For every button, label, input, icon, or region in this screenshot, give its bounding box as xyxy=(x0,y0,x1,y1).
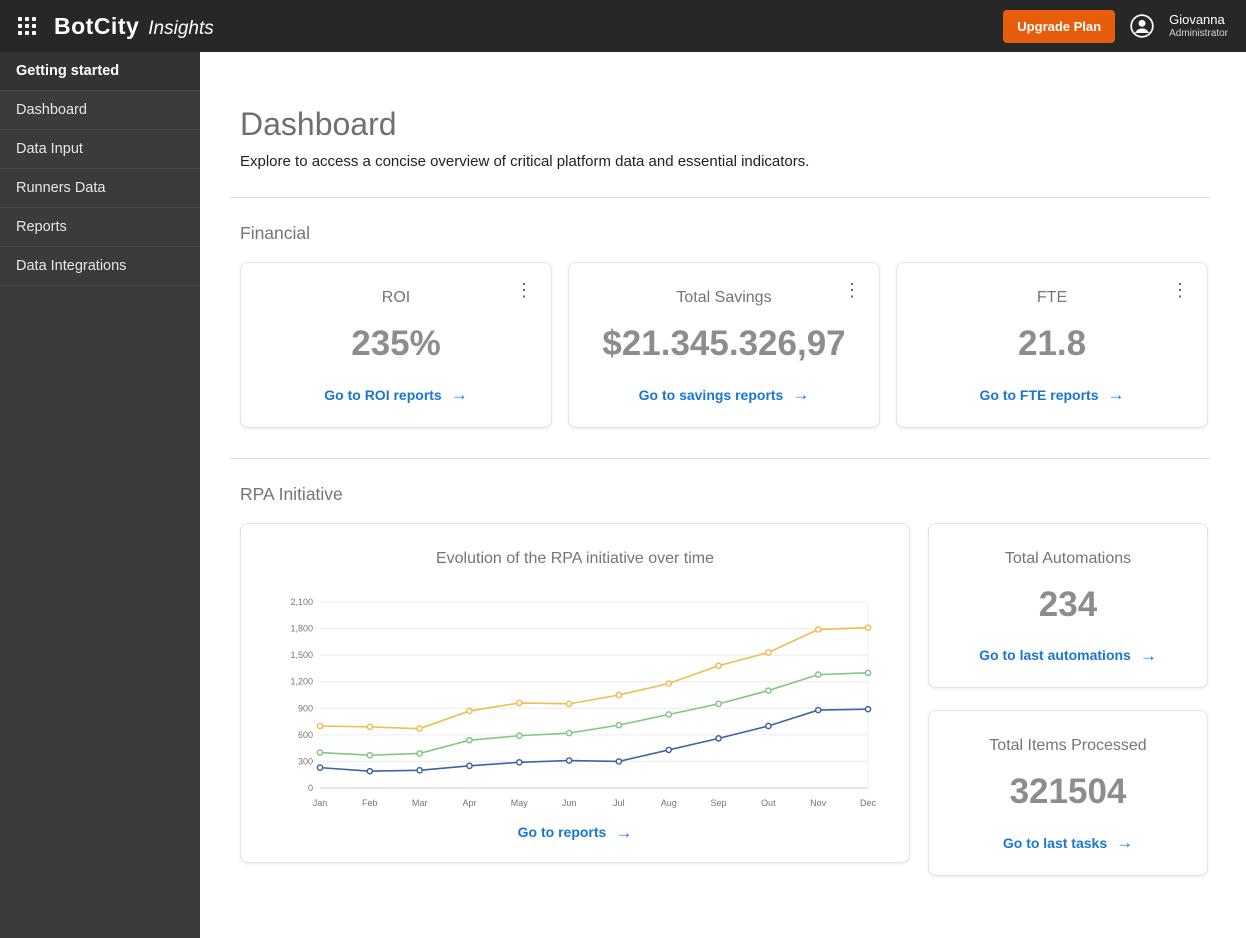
card-value: 321504 xyxy=(1009,772,1127,811)
sidebar-item-data-input[interactable]: Data Input xyxy=(0,130,200,169)
more-options-icon[interactable]: ⋮ xyxy=(511,279,537,301)
svg-text:1,200: 1,200 xyxy=(290,676,313,686)
last-automations-link[interactable]: Go to last automations → xyxy=(979,647,1157,664)
sidebar-item-data-integrations[interactable]: Data Integrations xyxy=(0,247,200,286)
roi-reports-link[interactable]: Go to ROI reports → xyxy=(324,386,467,403)
card-title: Total Savings xyxy=(676,289,772,306)
link-label: Go to savings reports xyxy=(638,386,784,403)
link-label: Go to FTE reports xyxy=(979,386,1099,403)
svg-text:Nov: Nov xyxy=(810,798,827,808)
more-options-icon[interactable]: ⋮ xyxy=(839,279,865,301)
rpa-row: Evolution of the RPA initiative over tim… xyxy=(240,522,1210,876)
financial-cards-row: ⋮ ROI 235% Go to ROI reports → ⋮ Total Sa… xyxy=(240,262,1210,428)
svg-text:Aug: Aug xyxy=(661,798,677,808)
card-title: Total Items Processed xyxy=(989,737,1147,754)
total-savings-card: ⋮ Total Savings $21.345.326,97 Go to sav… xyxy=(568,262,880,428)
link-label: Go to ROI reports xyxy=(324,386,442,403)
brand-name: BotCity xyxy=(54,12,140,39)
arrow-right-icon: → xyxy=(1139,645,1157,665)
svg-text:May: May xyxy=(511,798,529,808)
financial-heading: Financial xyxy=(240,223,311,243)
link-label: Go to last tasks xyxy=(1002,834,1108,851)
sidebar-item-reports[interactable]: Reports xyxy=(0,208,200,247)
svg-text:Jan: Jan xyxy=(313,798,328,808)
svg-text:Dec: Dec xyxy=(860,798,877,808)
main-content: Dashboard Explore to access a concise ov… xyxy=(200,52,1246,938)
svg-text:1,800: 1,800 xyxy=(290,623,313,633)
chart-title: Evolution of the RPA initiative over tim… xyxy=(435,549,715,567)
brand-suffix: Insights xyxy=(148,17,214,39)
svg-text:1,500: 1,500 xyxy=(290,650,313,660)
total-automations-card: Total Automations 234 Go to last automat… xyxy=(928,522,1208,688)
sidebar-item-runners-data[interactable]: Runners Data xyxy=(0,169,200,208)
svg-text:Feb: Feb xyxy=(362,798,378,808)
divider xyxy=(230,457,1210,459)
user-role: Administrator xyxy=(1169,27,1228,39)
arrow-right-icon: → xyxy=(450,385,468,404)
rpa-side-cards: Total Automations 234 Go to last automat… xyxy=(928,522,1208,876)
page-title: Dashboard xyxy=(240,106,397,142)
svg-text:Sep: Sep xyxy=(711,798,727,808)
link-label: Go to last automations xyxy=(979,647,1131,663)
brand-logo: BotCity Insights xyxy=(54,13,214,40)
user-name: Giovanna xyxy=(1169,12,1225,28)
svg-text:Jun: Jun xyxy=(562,798,577,808)
sidebar-item-dashboard[interactable]: Dashboard xyxy=(0,91,200,130)
card-value: 235% xyxy=(351,324,441,363)
svg-text:0: 0 xyxy=(308,783,313,793)
svg-text:900: 900 xyxy=(298,703,313,713)
arrow-right-icon: → xyxy=(615,822,633,842)
card-value: 234 xyxy=(1038,584,1098,624)
svg-text:Out: Out xyxy=(761,798,776,808)
svg-text:2,100: 2,100 xyxy=(290,597,313,607)
fte-reports-link[interactable]: Go to FTE reports → xyxy=(980,386,1125,403)
last-tasks-link[interactable]: Go to last tasks → xyxy=(1003,834,1133,851)
rpa-chart-card: Evolution of the RPA initiative over tim… xyxy=(240,522,910,863)
sidebar: Getting started Dashboard Data Input Run… xyxy=(0,52,200,938)
more-options-icon[interactable]: ⋮ xyxy=(1167,279,1193,301)
topbar: BotCity Insights Upgrade Plan Giovanna A… xyxy=(0,0,1246,52)
card-title: Total Automations xyxy=(1004,549,1132,567)
total-items-processed-card: Total Items Processed 321504 Go to last … xyxy=(928,710,1208,876)
page-subtitle: Explore to access a concise overview of … xyxy=(240,153,810,170)
rpa-evolution-line-chart: 0 300 600 900 1,200 1,500 1,800 2,100 Jan Feb Mar A… xyxy=(290,597,877,808)
svg-text:Mar: Mar xyxy=(412,798,428,808)
card-title: FTE xyxy=(1036,289,1068,306)
arrow-right-icon: → xyxy=(792,385,810,404)
card-value: 21.8 xyxy=(1017,324,1087,363)
svg-text:Apr: Apr xyxy=(462,798,476,808)
user-avatar-icon[interactable] xyxy=(1129,13,1155,39)
user-info[interactable]: Giovanna Administrator xyxy=(1169,12,1228,40)
savings-reports-link[interactable]: Go to savings reports → xyxy=(639,386,810,403)
rpa-heading: RPA Initiative xyxy=(240,483,343,504)
roi-card: ⋮ ROI 235% Go to ROI reports → xyxy=(240,262,552,428)
svg-text:300: 300 xyxy=(298,756,313,766)
apps-grid-icon[interactable] xyxy=(14,13,40,39)
upgrade-plan-button[interactable]: Upgrade Plan xyxy=(1003,9,1116,43)
arrow-right-icon: → xyxy=(1116,833,1134,852)
svg-text:Jul: Jul xyxy=(613,798,625,808)
fte-card: ⋮ FTE 21.8 Go to FTE reports → xyxy=(896,262,1208,428)
svg-text:600: 600 xyxy=(298,729,313,739)
card-value: $21.345.326,97 xyxy=(602,324,846,363)
divider xyxy=(230,197,1210,198)
sidebar-item-getting-started[interactable]: Getting started xyxy=(0,52,200,91)
arrow-right-icon: → xyxy=(1107,385,1125,404)
card-title: ROI xyxy=(381,289,411,306)
chart-reports-link[interactable]: Go to reports → xyxy=(518,824,633,841)
link-label: Go to reports xyxy=(517,824,607,840)
